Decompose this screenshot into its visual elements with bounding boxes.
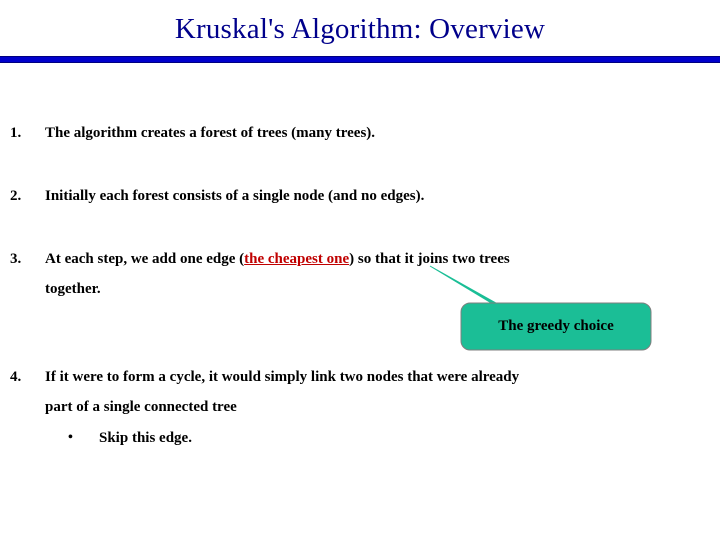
list-item: 4. If it were to form a cycle, it would … — [0, 362, 700, 422]
list-item: 2. Initially each forest consists of a s… — [0, 181, 700, 211]
list-item-text: At each step, we add one edge (the cheap… — [45, 244, 700, 274]
list-item-text: Initially each forest consists of a sing… — [45, 188, 425, 204]
highlighted-phrase: the cheapest one — [244, 251, 350, 267]
list-item: 1. The algorithm creates a forest of tre… — [0, 118, 700, 148]
list-item-number: 3. — [10, 251, 22, 267]
list-item-text-after: ) so that it joins two trees — [349, 251, 510, 267]
sub-list-item-text: Skip this edge. — [99, 430, 192, 446]
callout-label: The greedy choice — [498, 318, 614, 334]
list-item-text: The algorithm creates a forest of trees … — [45, 125, 376, 141]
list-item: 3. At each step, we add one edge (the ch… — [0, 244, 700, 304]
list-item-continuation: together. — [45, 281, 101, 297]
sub-list-item: • Skip this edge. — [0, 424, 700, 452]
slide: Kruskal's Algorithm: Overview 1. The alg… — [0, 0, 720, 540]
list-item-number: 4. — [10, 369, 22, 385]
page-title: Kruskal's Algorithm: Overview — [174, 13, 546, 45]
list-item-continuation: part of a single connected tree — [45, 399, 237, 415]
list-item-number: 2. — [10, 188, 22, 204]
list-item-text-before: At each step, we add one edge ( — [45, 251, 245, 267]
bullet-dot-icon: • — [68, 430, 73, 445]
list-item-text: If it were to form a cycle, it would sim… — [45, 369, 520, 385]
title-block: Kruskal's Algorithm: Overview — [0, 12, 720, 46]
title-divider — [0, 56, 720, 63]
list-item-number: 1. — [10, 125, 22, 141]
